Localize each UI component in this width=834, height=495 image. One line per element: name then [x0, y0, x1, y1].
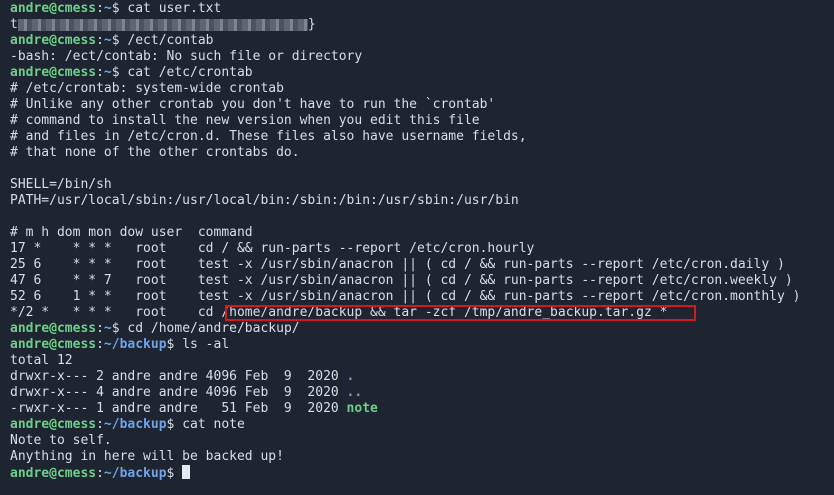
prompt-user: andre@cmess: [10, 466, 97, 481]
command-text: /ect/contab: [127, 33, 214, 48]
red-highlight-box: [225, 305, 696, 321]
terminal-line: andre@cmess:~$ cat user.txt: [10, 1, 222, 16]
prompt-path: ~: [103, 321, 112, 336]
prompt-user: andre@cmess: [10, 1, 97, 16]
prompt-user: andre@cmess: [10, 33, 97, 48]
terminal-line: 52 6 1 * * root test -x /usr/sbin/anacro…: [10, 289, 801, 304]
prompt-user: andre@cmess: [10, 337, 97, 352]
command-text: ls -al: [182, 337, 230, 352]
terminal-line: total 12: [10, 353, 73, 368]
terminal-line: SHELL=/bin/sh: [10, 177, 112, 192]
terminal-line: 25 6 * * * root test -x /usr/sbin/anacro…: [10, 257, 785, 272]
terminal-line: # m h dom mon dow user command: [10, 225, 253, 240]
command-text: cat /etc/crontab: [127, 65, 253, 80]
terminal-line: andre@cmess:~$ cat /etc/crontab: [10, 65, 253, 80]
terminal-line: andre@cmess:~$ cd /home/andre/backup/: [10, 321, 300, 336]
terminal-line: 47 6 * * 7 root test -x /usr/sbin/anacro…: [10, 273, 793, 288]
command-text: cat note: [182, 417, 245, 432]
prompt-path: ~/backup: [103, 417, 167, 432]
terminal-line: andre@cmess:~/backup$ cat note: [10, 417, 245, 432]
terminal-line: # /etc/crontab: system-wide crontab: [10, 81, 284, 96]
redacted-flag: [17, 18, 308, 31]
terminal-window[interactable]: andre@cmess:~$ cat user.txt t} andre@cme…: [0, 0, 834, 495]
dir-entry-parent: ..: [346, 385, 363, 400]
terminal-line: -rwxr-x--- 1 andre andre 51 Feb 9 2020 n…: [10, 401, 378, 416]
prompt-path: ~: [103, 65, 112, 80]
prompt-user: andre@cmess: [10, 417, 97, 432]
text-cursor[interactable]: [182, 465, 191, 479]
dir-entry-current: .: [346, 369, 355, 384]
terminal-line: PATH=/usr/local/sbin:/usr/local/bin:/sbi…: [10, 193, 519, 208]
terminal-line: Note to self.: [10, 433, 112, 448]
terminal-line: Anything in here will be backed up!: [10, 449, 284, 464]
terminal-line: andre@cmess:~$ /ect/contab: [10, 33, 214, 48]
terminal-line: # Unlike any other crontab you don't hav…: [10, 97, 496, 112]
terminal-line: # and files in /etc/cron.d. These files …: [10, 129, 527, 144]
terminal-line: -bash: /ect/contab: No such file or dire…: [10, 49, 363, 64]
command-text: cat user.txt: [127, 1, 222, 16]
terminal-line: andre@cmess:~/backup$ ls -al: [10, 337, 230, 352]
prompt-path: ~/backup: [103, 337, 167, 352]
terminal-line: 17 * * * * root cd / && run-parts --repo…: [10, 241, 535, 256]
terminal-line: t}: [10, 17, 316, 32]
file-entry-note: note: [346, 401, 378, 416]
command-text: cd /home/andre/backup/: [127, 321, 300, 336]
prompt-path: ~: [103, 33, 112, 48]
terminal-line: # command to install the new version whe…: [10, 113, 480, 128]
terminal-line: drwxr-x--- 2 andre andre 4096 Feb 9 2020…: [10, 369, 355, 384]
terminal-line: drwxr-x--- 4 andre andre 4096 Feb 9 2020…: [10, 385, 363, 400]
terminal-line: andre@cmess:~/backup$: [10, 465, 191, 481]
prompt-path: ~: [103, 1, 112, 16]
prompt-path: ~/backup: [103, 466, 167, 481]
terminal-line: # that none of the other crontabs do.: [10, 145, 300, 160]
prompt-user: andre@cmess: [10, 321, 97, 336]
prompt-user: andre@cmess: [10, 65, 97, 80]
